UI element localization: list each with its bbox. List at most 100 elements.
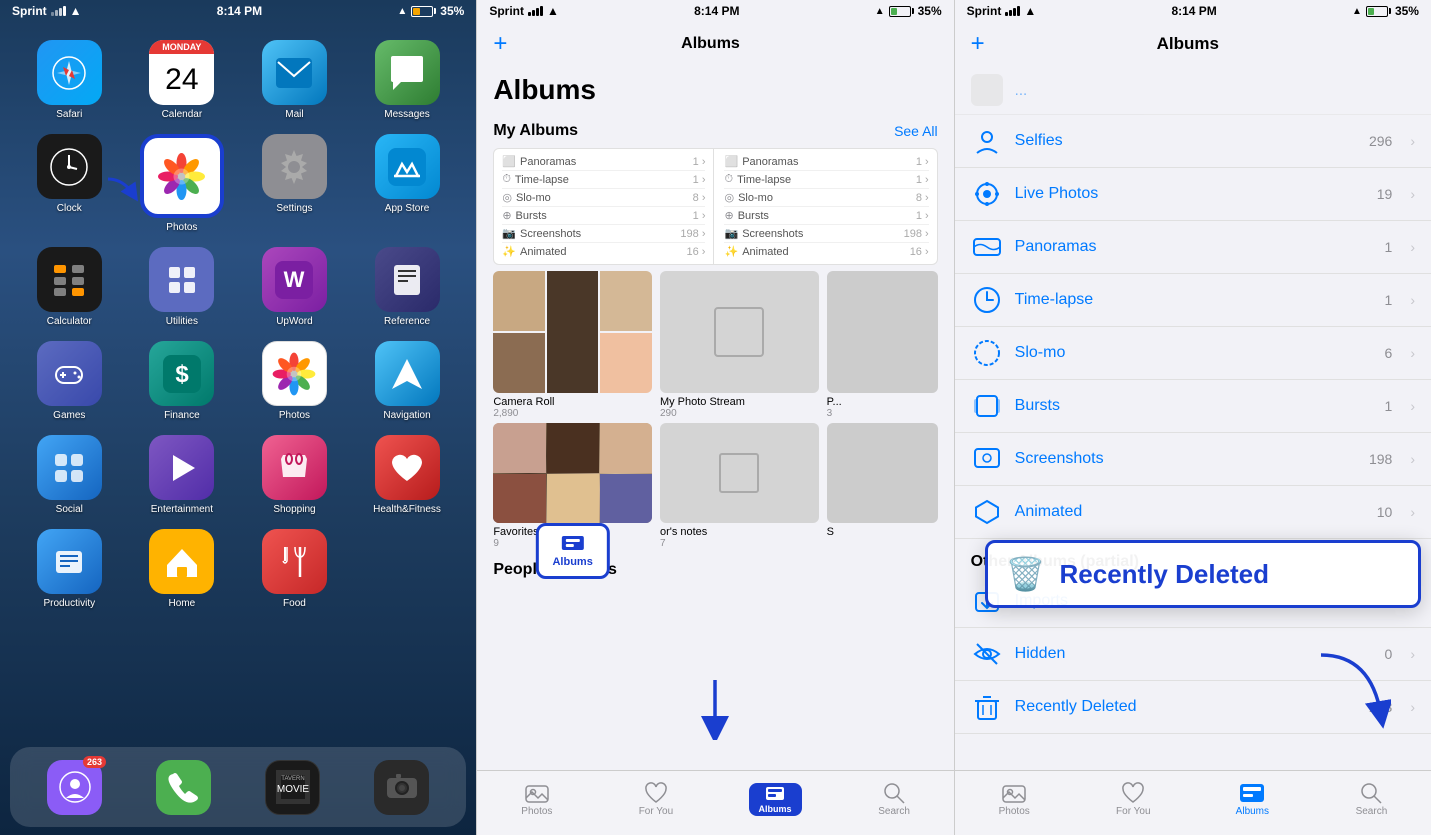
app-reference[interactable]: Reference	[358, 247, 457, 327]
album-notes[interactable]: or's notes 7	[660, 423, 819, 549]
tab-foryou-p2[interactable]: For You	[596, 782, 715, 817]
add-button-p2[interactable]: +	[493, 30, 507, 58]
list-item[interactable]: 📷Screenshots198 ›	[502, 225, 705, 243]
album-row-bursts[interactable]: Bursts 1 ›	[955, 380, 1431, 433]
list-item[interactable]: ◎Slo-mo8 ›	[502, 189, 705, 207]
app-appstore[interactable]: App Store	[358, 134, 457, 233]
svg-text:$: $	[175, 361, 189, 388]
time-2: 8:14 PM	[694, 4, 739, 18]
app-photos-folder[interactable]: Photos	[245, 341, 344, 421]
status-right-1: ▲ 35%	[397, 4, 464, 18]
app-utilities[interactable]: Utilities	[133, 247, 232, 327]
photos-tab-label-p3: Photos	[999, 806, 1030, 817]
food-label: Food	[283, 598, 306, 609]
notes-count: 7	[660, 538, 819, 549]
list-item[interactable]: ✨Animated16 ›	[724, 243, 928, 260]
album-row-timelapse[interactable]: Time-lapse 1 ›	[955, 274, 1431, 327]
album-camera-roll[interactable]: Camera Roll 2,890	[493, 271, 652, 419]
wifi-icon-3: ▲	[1024, 4, 1036, 18]
list-item[interactable]: ⬜Panoramas1 ›	[502, 153, 705, 171]
album-third[interactable]: P... 3	[827, 271, 938, 419]
app-shopping[interactable]: Shopping	[245, 435, 344, 515]
albums-title-p2: Albums	[507, 35, 913, 53]
bursts-chevron: ›	[1410, 398, 1415, 414]
slomo-icon	[971, 337, 1003, 369]
settings-label: Settings	[276, 203, 312, 214]
third-album-label: P...	[827, 396, 938, 408]
status-right-3: ▲ 35%	[1352, 4, 1419, 18]
album-row-livephotos[interactable]: Live Photos 19 ›	[955, 168, 1431, 221]
album-row-screenshots[interactable]: Screenshots 198 ›	[955, 433, 1431, 486]
app-calendar[interactable]: Monday 24 Calendar	[133, 40, 232, 120]
app-navigation[interactable]: Navigation	[358, 341, 457, 421]
wifi-icon-1: ▲	[70, 4, 82, 18]
app-photos-highlighted[interactable]: Photos	[133, 134, 232, 233]
app-home[interactable]: Home	[133, 529, 232, 609]
upword-label: UpWord	[276, 316, 313, 327]
list-item[interactable]: ⏱Time-lapse1 ›	[724, 171, 928, 189]
list-item[interactable]: 📷Screenshots198 ›	[724, 225, 928, 243]
app-settings[interactable]: Settings	[245, 134, 344, 233]
tab-photos-p3[interactable]: Photos	[955, 782, 1074, 817]
status-bar-2: Sprint ▲ 8:14 PM ▲ 35%	[477, 0, 953, 22]
add-button-p3[interactable]: +	[971, 30, 985, 58]
app-social[interactable]: Social	[20, 435, 119, 515]
status-bar-3: Sprint ▲ 8:14 PM ▲ 35%	[955, 0, 1431, 22]
app-safari[interactable]: Safari	[20, 40, 119, 120]
dock-camera[interactable]	[374, 760, 429, 815]
search-tab-label-p3: Search	[1356, 806, 1388, 817]
list-item[interactable]: ✨Animated16 ›	[502, 243, 705, 260]
app-messages[interactable]: Messages	[358, 40, 457, 120]
app-healthfitness[interactable]: Health&Fitness	[358, 435, 457, 515]
albums-tab-icon-p3	[1239, 782, 1265, 804]
clock-label: Clock	[57, 203, 82, 214]
animated-count: 10	[1377, 504, 1393, 520]
app-food[interactable]: Food	[245, 529, 344, 609]
list-item[interactable]: ⊕Bursts1 ›	[502, 207, 705, 225]
album-row-animated[interactable]: Animated 10 ›	[955, 486, 1431, 539]
album-photo-stream[interactable]: My Photo Stream 290	[660, 271, 819, 419]
screenshots-label: Screenshots	[1015, 450, 1357, 468]
dock-phone[interactable]	[156, 760, 211, 815]
selfies-count: 296	[1369, 133, 1392, 149]
app-finance[interactable]: $ Finance	[133, 341, 232, 421]
dock-podcasts[interactable]: 263	[47, 760, 102, 815]
timelapse-chevron: ›	[1410, 292, 1415, 308]
app-entertainment[interactable]: Entertainment	[133, 435, 232, 515]
tab-foryou-p3[interactable]: For You	[1074, 782, 1193, 817]
app-mail[interactable]: Mail	[245, 40, 344, 120]
album-row-recently-deleted[interactable]: Recently Deleted 233 ›	[955, 681, 1431, 734]
dock-movies[interactable]: MOVIETAVERN	[265, 760, 320, 815]
app-productivity[interactable]: Productivity	[20, 529, 119, 609]
tab-search-p2[interactable]: Search	[835, 782, 954, 817]
panel-albums-detail: Sprint ▲ 8:14 PM ▲ 35% + Albums ... Self…	[954, 0, 1431, 835]
list-item[interactable]: ⊕Bursts1 ›	[724, 207, 928, 225]
rd-callout-text: Recently Deleted	[1060, 559, 1270, 590]
list-item[interactable]: ◎Slo-mo8 ›	[724, 189, 928, 207]
app-calculator[interactable]: Calculator	[20, 247, 119, 327]
tab-photos-p2[interactable]: Photos	[477, 782, 596, 817]
app-clock[interactable]: Clock	[20, 134, 119, 233]
photo-stream-count: 290	[660, 408, 819, 419]
album-s[interactable]: S	[827, 423, 938, 549]
app-games[interactable]: Games	[20, 341, 119, 421]
panoramas-chevron: ›	[1410, 239, 1415, 255]
tab-bar-p3: Photos For You Albums Search	[955, 770, 1431, 835]
bursts-count: 1	[1385, 398, 1393, 414]
album-row-hidden[interactable]: Hidden 0 ›	[955, 628, 1431, 681]
album-row-panoramas[interactable]: Panoramas 1 ›	[955, 221, 1431, 274]
album-row-selfies[interactable]: Selfies 296 ›	[955, 115, 1431, 168]
list-item[interactable]: ⬜Panoramas1 ›	[724, 153, 928, 171]
foryou-tab-label-p2: For You	[639, 806, 673, 817]
tab-albums-p2[interactable]: Albums	[715, 788, 834, 810]
tab-albums-p3[interactable]: Albums	[1193, 782, 1312, 817]
see-all-button[interactable]: See All	[894, 123, 938, 139]
list-item[interactable]: ⏱Time-lapse1 ›	[502, 171, 705, 189]
album-row-slomo[interactable]: Slo-mo 6 ›	[955, 327, 1431, 380]
selfies-chevron: ›	[1410, 133, 1415, 149]
search-tab-label-p2: Search	[878, 806, 910, 817]
photo-stream-label: My Photo Stream	[660, 396, 819, 408]
album-favorites[interactable]: Favorites 9 Albums	[493, 423, 652, 549]
app-upword[interactable]: W UpWord	[245, 247, 344, 327]
tab-search-p3[interactable]: Search	[1312, 782, 1431, 817]
